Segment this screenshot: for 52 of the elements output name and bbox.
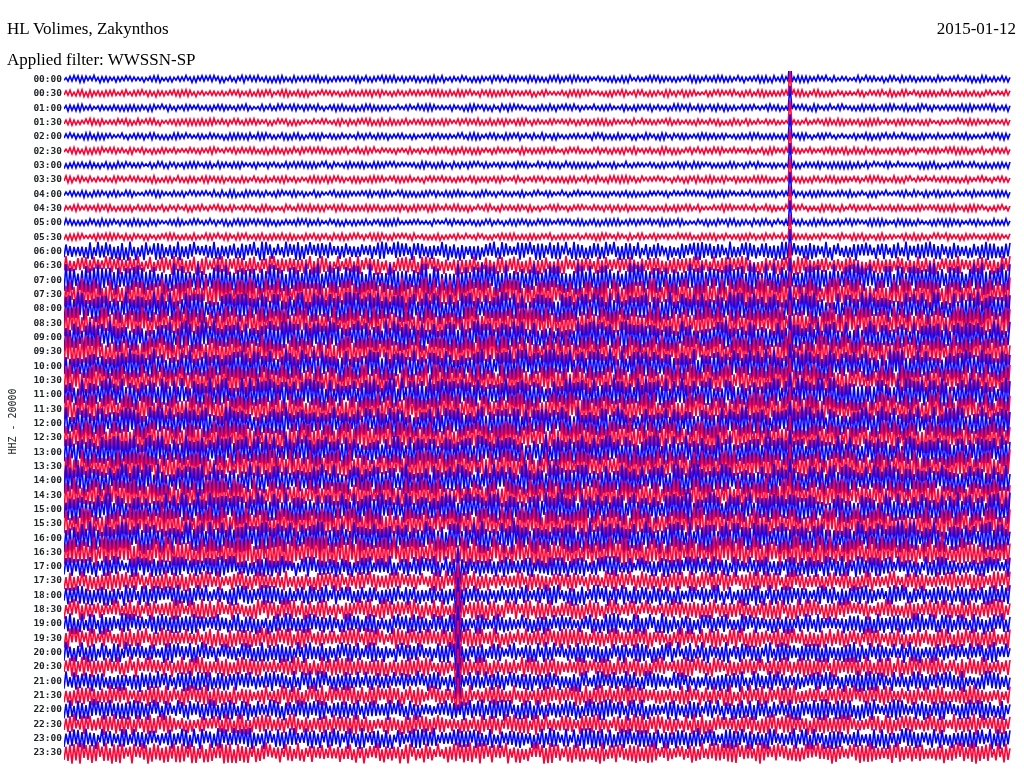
- time-label: 05:30: [32, 229, 63, 244]
- time-label: 15:30: [32, 516, 63, 531]
- date-label: 2015-01-12: [936, 20, 1016, 37]
- time-label: 02:00: [32, 129, 63, 144]
- time-label: 17:30: [32, 573, 63, 588]
- time-label: 09:30: [32, 344, 63, 359]
- station-title: HL Volimes, Zakynthos: [7, 20, 169, 37]
- time-label: 06:30: [32, 258, 63, 273]
- time-label: 16:00: [32, 530, 63, 545]
- time-label: 16:30: [32, 544, 63, 559]
- time-label: 03:00: [32, 157, 63, 172]
- time-label: 10:00: [32, 358, 63, 373]
- time-label: 08:00: [32, 301, 63, 316]
- time-label: 21:30: [32, 688, 63, 703]
- time-label: 20:00: [32, 645, 63, 660]
- time-label: 13:30: [32, 458, 63, 473]
- time-label: 11:00: [32, 387, 63, 402]
- time-label: 19:00: [32, 616, 63, 631]
- time-label: 07:30: [32, 286, 63, 301]
- time-label: 08:30: [32, 315, 63, 330]
- time-label: 12:30: [32, 430, 63, 445]
- time-label: 15:00: [32, 501, 63, 516]
- time-label: 14:00: [32, 473, 63, 488]
- time-label: 13:00: [32, 444, 63, 459]
- time-label: 04:30: [32, 200, 63, 215]
- channel-axis-label: HHZ - 20000: [5, 387, 19, 455]
- time-label: 14:30: [32, 487, 63, 502]
- time-label: 04:00: [32, 186, 63, 201]
- time-label: 01:00: [32, 100, 63, 115]
- time-label: 06:00: [32, 243, 63, 258]
- time-label: 18:00: [32, 587, 63, 602]
- time-label: 19:30: [32, 630, 63, 645]
- time-label: 03:30: [32, 172, 63, 187]
- time-label: 10:30: [32, 372, 63, 387]
- time-label: 11:30: [32, 401, 63, 416]
- time-label: 23:00: [32, 731, 63, 746]
- time-label: 12:00: [32, 415, 63, 430]
- time-label: 18:30: [32, 602, 63, 617]
- time-label: 00:30: [32, 86, 63, 101]
- time-label: 09:00: [32, 329, 63, 344]
- time-label: 07:00: [32, 272, 63, 287]
- time-label: 01:30: [32, 115, 63, 129]
- time-label: 22:30: [32, 716, 63, 731]
- time-label: 02:30: [32, 143, 63, 158]
- time-label: 23:30: [32, 745, 63, 760]
- time-label: 21:00: [32, 673, 63, 688]
- time-label: 22:00: [32, 702, 63, 717]
- time-label: 17:00: [32, 559, 63, 574]
- time-label: 20:30: [32, 659, 63, 674]
- filter-label: Applied filter: WWSSN-SP: [7, 50, 196, 69]
- time-label: 05:00: [32, 215, 63, 230]
- time-label: 00:00: [32, 72, 63, 86]
